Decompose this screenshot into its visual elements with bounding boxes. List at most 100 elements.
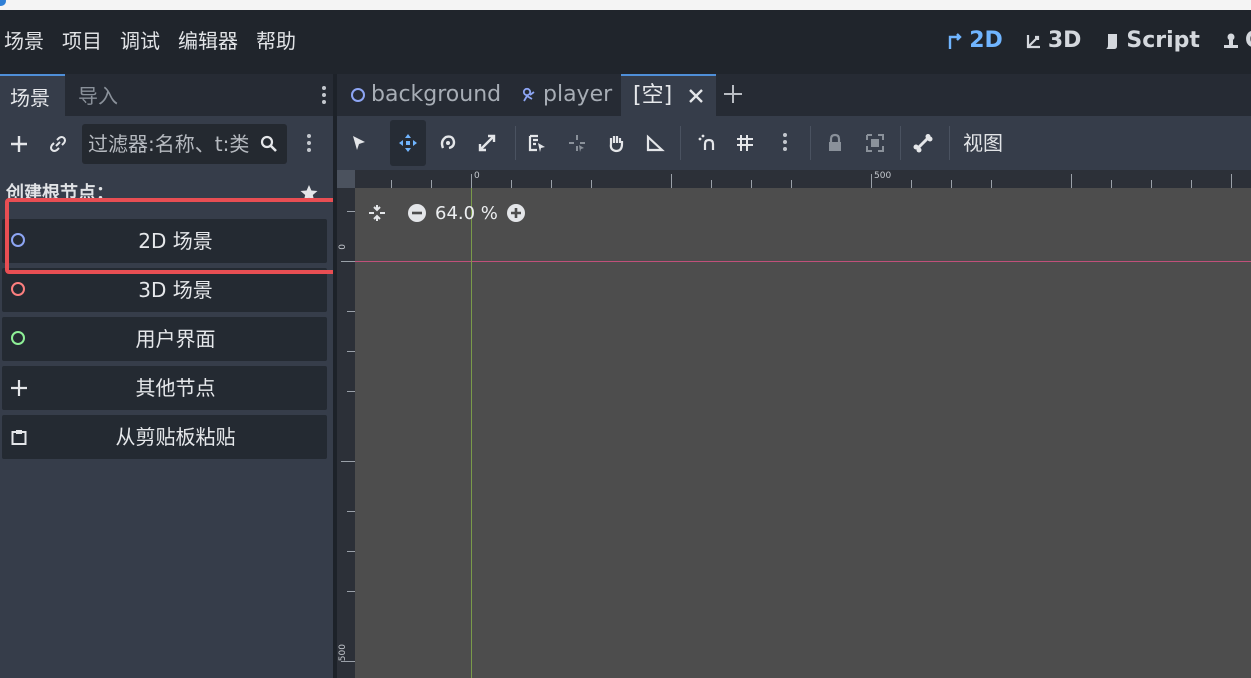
dock-menu-icon[interactable] <box>321 86 327 106</box>
2d-mode-icon <box>949 33 962 49</box>
plus-icon <box>11 136 27 152</box>
create-root-label: 创建根节点： <box>6 183 114 200</box>
move-icon <box>399 134 417 152</box>
new-scene-tab-button[interactable] <box>723 80 743 110</box>
pivot-icon <box>569 135 585 152</box>
move-mode-button[interactable] <box>390 120 426 166</box>
close-icon[interactable] <box>688 88 704 104</box>
menu-editor[interactable]: 编辑器 <box>178 28 256 54</box>
kebab-menu-icon <box>307 133 311 155</box>
main-menu-bar: 场景 项目 调试 编辑器 帮助 2D 3D Script G <box>0 10 1251 74</box>
tab-background[interactable]: background <box>351 74 501 116</box>
snap-icon <box>698 134 715 150</box>
group-button[interactable] <box>857 120 893 166</box>
filter-placeholder: 过滤器:名称、t:类 <box>88 132 250 156</box>
add-node-button[interactable] <box>2 122 36 166</box>
ruler-label-zero-v: 0 <box>338 244 348 250</box>
menu-help[interactable]: 帮助 <box>256 28 314 54</box>
snap-options-button[interactable] <box>767 120 803 166</box>
lock-icon <box>829 133 841 151</box>
tab-import[interactable]: 导入 <box>68 74 118 116</box>
toolbar-divider <box>515 126 516 160</box>
center-view-icon[interactable] <box>367 203 387 223</box>
skeleton-button[interactable] <box>905 120 941 166</box>
zoom-value[interactable]: 64.0 % <box>435 203 498 224</box>
menu-scene[interactable]: 场景 <box>4 28 62 54</box>
grid-snap-icon <box>737 135 753 151</box>
instantiate-scene-button[interactable] <box>41 122 75 166</box>
zoom-out-icon[interactable] <box>407 203 427 223</box>
other-node-button[interactable]: 其他节点 <box>2 366 327 410</box>
tab-empty[interactable]: [空] <box>621 74 717 116</box>
mode-2d-button[interactable]: 2D <box>946 26 1003 56</box>
kebab-menu-icon <box>783 132 787 154</box>
x-axis-line <box>355 261 1251 262</box>
select-mode-button[interactable] <box>341 120 377 166</box>
search-icon <box>260 135 277 152</box>
app-logo-icon <box>0 0 6 6</box>
ruler-corner <box>337 170 355 188</box>
scale-icon <box>478 134 496 152</box>
rotate-mode-button[interactable] <box>430 120 466 166</box>
ruler-label-zero: 0 <box>474 171 480 181</box>
create-3d-scene-label: 3D 场景 <box>138 278 213 302</box>
rotate-icon <box>440 135 456 150</box>
pointer-icon <box>353 136 365 150</box>
tab-scene[interactable]: 场景 <box>0 74 65 116</box>
mode-assetlib-button[interactable]: G <box>1222 26 1251 56</box>
window-title-bar <box>0 0 1251 10</box>
tab-background-label: background <box>371 82 502 107</box>
character-icon <box>522 87 535 102</box>
toolbar-divider <box>949 126 950 160</box>
script-icon <box>1106 34 1118 49</box>
scene-options-button[interactable] <box>292 122 326 166</box>
pivot-button[interactable] <box>559 120 595 166</box>
canvas-viewport[interactable]: 0 500 0 500 64.0 % <box>337 170 1251 678</box>
tab-player[interactable]: player <box>521 74 612 116</box>
highlight-annotation-box <box>5 198 345 274</box>
plus-icon <box>724 85 742 103</box>
mode-2d-label: 2D <box>969 28 1003 53</box>
node2d-icon <box>351 88 365 102</box>
tab-player-label: player <box>543 82 613 107</box>
dock-tab-bar: 场景 导入 <box>0 74 333 116</box>
mode-script-label: Script <box>1126 28 1200 53</box>
list-select-icon <box>528 134 545 152</box>
pan-mode-button[interactable] <box>598 120 634 166</box>
mode-3d-label: 3D <box>1047 28 1082 53</box>
mode-3d-button[interactable]: 3D <box>1025 26 1082 56</box>
view-menu-button[interactable]: 视图 <box>963 120 1003 166</box>
list-select-button[interactable] <box>519 120 555 166</box>
assetlib-icon <box>1223 33 1238 48</box>
scale-mode-button[interactable] <box>469 120 505 166</box>
paste-from-clipboard-button[interactable]: 从剪贴板粘贴 <box>2 415 327 459</box>
node-filter-input[interactable]: 过滤器:名称、t:类 <box>82 124 287 164</box>
link-icon <box>50 136 66 152</box>
zoom-controls: 64.0 % <box>367 200 526 226</box>
scene-tab-bar: background player [空] <box>337 74 1251 116</box>
canvas-toolbar: 视图 <box>337 120 1251 166</box>
vertical-ruler: 0 500 <box>337 188 355 678</box>
lock-button[interactable] <box>817 120 853 166</box>
menu-project[interactable]: 项目 <box>62 28 120 54</box>
y-axis-line <box>471 188 472 678</box>
menu-debug[interactable]: 调试 <box>120 28 178 54</box>
scene-toolbar: 过滤器:名称、t:类 <box>0 122 333 166</box>
smart-snap-button[interactable] <box>689 120 725 166</box>
3d-mode-icon <box>1026 35 1040 49</box>
grid-snap-button[interactable] <box>727 120 763 166</box>
paste-from-clipboard-label: 从剪贴板粘贴 <box>115 425 236 449</box>
ruler-mode-button[interactable] <box>637 120 673 166</box>
ruler-label-500: 500 <box>874 171 892 181</box>
horizontal-ruler: 0 500 <box>355 170 1251 188</box>
toolbar-divider <box>810 126 811 160</box>
group-icon <box>866 134 884 152</box>
mode-script-button[interactable]: Script <box>1103 26 1200 56</box>
create-ui-button[interactable]: 用户界面 <box>2 317 327 361</box>
zoom-in-icon[interactable] <box>506 203 526 223</box>
bone-icon <box>913 134 933 153</box>
create-ui-label: 用户界面 <box>135 327 216 351</box>
tab-empty-label: [空] <box>633 83 673 108</box>
create-3d-scene-button[interactable]: 3D 场景 <box>2 268 327 312</box>
ruler-label-500-v: 500 <box>338 644 348 662</box>
